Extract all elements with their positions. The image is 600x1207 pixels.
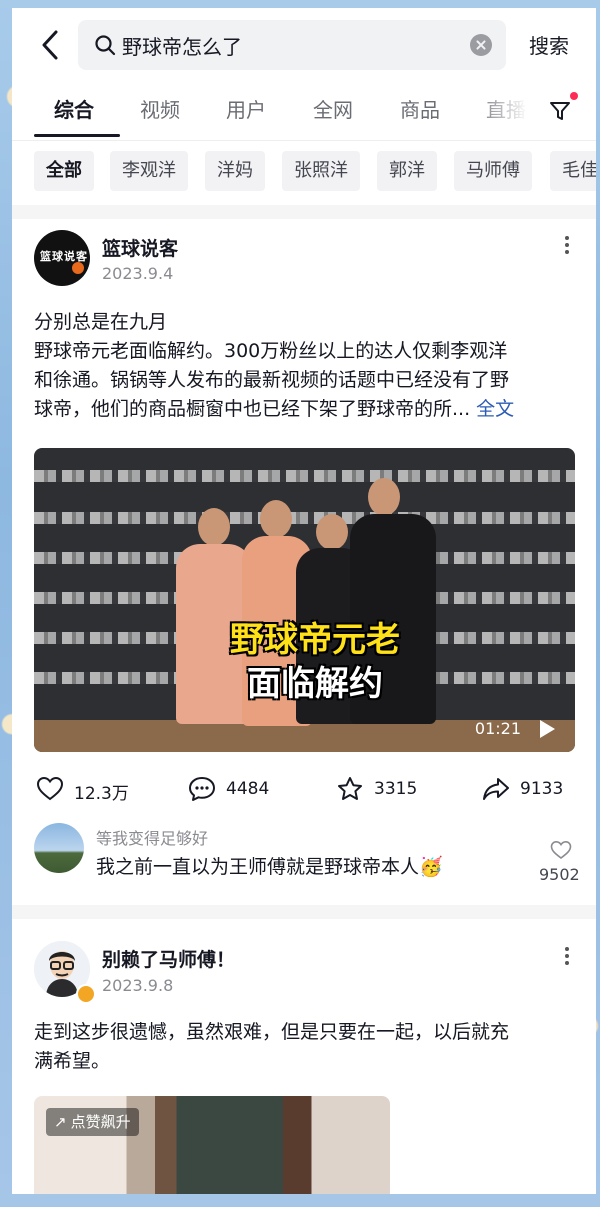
chip-mao-jia[interactable]: 毛佳 [550,151,596,191]
tab-video[interactable]: 视频 [140,94,180,123]
favorite-count: 3315 [374,779,418,799]
tab-users[interactable]: 用户 [226,94,266,123]
section-gap [12,205,596,219]
commenter-avatar[interactable] [34,823,84,873]
post-text-line: 走到这步很遗憾，虽然艰难，但是只要在一起，以后就充 [34,1021,510,1043]
post-text-line: 分别总是在九月 [34,311,168,333]
like-count: 12.3万 [74,784,129,804]
video-caption-line: 野球帝元老 [230,620,400,660]
video-caption: 野球帝元老 面临解约 [220,618,410,706]
tab-comprehensive[interactable]: 综合 [54,94,94,123]
post-text: 走到这步很遗憾，虽然艰难，但是只要在一起，以后就充 满希望。 [34,1018,579,1076]
post-date: 2023.9.4 [102,264,174,283]
trending-up-icon: ↗ [54,1113,67,1131]
basketball-icon [72,262,84,274]
chip-li-guanyang[interactable]: 李观洋 [110,151,188,191]
share-icon [483,778,509,800]
person-head [316,514,348,550]
post-date: 2023.9.8 [102,976,174,995]
comment-text: 我之前一直以为王师傅就是野球帝本人🥳 [96,856,443,878]
tab-bar: 综合 视频 用户 全网 商品 直播 [12,84,596,140]
author-name[interactable]: 篮球说客 [102,234,178,261]
heart-icon [36,776,64,801]
tab-products[interactable]: 商品 [400,94,440,123]
search-input[interactable] [122,20,442,70]
video-thumbnail[interactable]: ↗ 点赞飙升 [34,1096,390,1194]
shoe-shelf [34,512,575,524]
notification-dot [570,92,578,100]
tab-web[interactable]: 全网 [313,94,353,123]
search-icon [95,35,116,56]
avatar-logo-text: 篮球说客 [40,250,88,263]
chip-yang-ma[interactable]: 洋妈 [205,151,265,191]
back-arrow-icon [42,30,58,60]
comment-heart-icon[interactable] [550,840,572,860]
post-text-line: 野球帝元老面临解约。300万粉丝以上的达人仅剩李观洋 [34,340,508,362]
comment-icon [189,777,215,801]
post-text: 分别总是在九月 野球帝元老面临解约。300万粉丝以上的达人仅剩李观洋 和徐通。锅… [34,308,579,424]
back-button[interactable] [36,28,66,62]
share-button[interactable]: 9133 [482,776,582,802]
trending-badge: ↗ 点赞飙升 [46,1108,139,1136]
video-duration: 01:21 [474,719,521,738]
tab-fade [472,84,542,140]
video-caption-line: 面临解约 [247,664,383,704]
post-text-line: 满希望。 [34,1050,111,1072]
chip-all[interactable]: 全部 [34,151,94,191]
share-count: 9133 [520,779,564,799]
more-options-icon[interactable] [564,945,570,969]
chip-zhang-zhaoyang[interactable]: 张照洋 [282,151,360,191]
person-head [260,500,292,538]
post-text-line: 和徐通。锅锅等人发布的最新视频的话题中已经没有了野 [34,369,510,391]
chip-guo-yang[interactable]: 郭洋 [377,151,437,191]
video-thumbnail[interactable]: 野球帝元老 面临解约 01:21 [34,448,575,752]
clear-icon[interactable] [470,34,492,56]
comment-button[interactable]: 4484 [188,776,288,802]
shoe-shelf [34,470,575,482]
star-icon [338,777,362,800]
filter-chips: 全部 李观洋 洋妈 张照洋 郭洋 马师傅 毛佳 [12,151,596,191]
active-tab-indicator [34,134,120,137]
section-gap [12,905,596,919]
chip-ma-shifu[interactable]: 马师傅 [454,151,532,191]
comment-count: 4484 [226,779,270,799]
search-box[interactable] [78,20,506,70]
filter-icon[interactable] [548,98,574,124]
verified-badge-icon [76,984,96,1004]
app-screen: 搜索 综合 视频 用户 全网 商品 直播 全部 李观洋 洋妈 张照洋 郭洋 马师… [12,8,596,1194]
favorite-button[interactable]: 3315 [336,776,436,802]
like-button[interactable]: 12.3万 [36,776,146,804]
comment-like-count: 9502 [539,865,580,884]
search-button[interactable]: 搜索 [529,30,569,59]
more-options-icon[interactable] [564,234,570,258]
post-text-line: 球帝，他们的商品橱窗中也已经下架了野球帝的所... [34,398,471,420]
expand-full-text-link[interactable]: 全文 [476,398,514,420]
commenter-name[interactable]: 等我变得足够好 [96,825,208,849]
author-name[interactable]: 别赖了马师傅！ [102,945,235,972]
author-avatar[interactable]: 篮球说客 [34,230,90,286]
person-head [368,478,400,516]
play-icon[interactable] [537,718,557,740]
trending-badge-label: 点赞飙升 [70,1113,131,1131]
person-head [198,508,230,546]
tabs-divider [12,140,596,141]
search-header: 搜索 [12,8,596,82]
